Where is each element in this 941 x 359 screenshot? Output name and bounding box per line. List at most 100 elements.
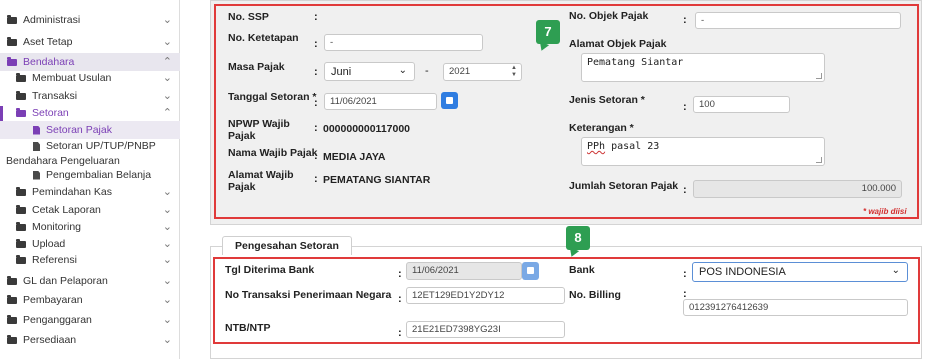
bank-select[interactable]: POS INDONESIA ⌄ [692,262,908,282]
sidebar-item-label: Setoran [32,107,69,119]
no-billing-label: No. Billing [569,289,621,301]
folder-icon [16,221,26,231]
chevron-up-icon: ⌃ [162,56,172,68]
chevron-down-icon: ⌄ [162,36,172,48]
folder-icon [7,36,17,46]
no-ketetapan-label: No. Ketetapan [228,32,299,44]
sidebar-item-label: Setoran Pajak [46,124,112,136]
colon: : [314,173,318,185]
sidebar-item-label: Membuat Usulan [32,72,112,84]
sidebar-item-pembayaran[interactable]: Pembayaran ⌄ [0,291,180,309]
no-ssp-label: No. SSP [228,11,269,23]
folder-icon [16,107,26,117]
sidebar-item-setoran[interactable]: Setoran ⌃ [0,104,180,122]
sidebar-item-cetak-laporan[interactable]: Cetak Laporan ⌄ [0,201,180,219]
alamat-objek-pajak-label: Alamat Objek Pajak [569,38,667,50]
folder-icon [16,204,26,214]
keterangan-textarea[interactable]: PPh pasal 23 [581,137,825,166]
sidebar-item-referensi[interactable]: Referensi ⌄ [0,251,180,269]
chevron-down-icon: ⌄ [162,275,172,287]
folder-icon [16,186,26,196]
no-ketetapan-input[interactable]: - [324,34,483,51]
sidebar-item-label: Administrasi [23,14,81,26]
sidebar-item-transaksi[interactable]: Transaksi ⌄ [0,87,180,105]
sidebar-item-label: Cetak Laporan [32,204,101,216]
sidebar-item-administrasi[interactable]: Administrasi ⌄ [0,11,180,29]
alamat-objek-value: Pematang Siantar [587,57,684,68]
chevron-down-icon: ⌄ [891,265,900,276]
sidebar-item-persediaan[interactable]: Persediaan ⌄ [0,331,180,349]
chevron-down-icon: ⌄ [398,65,407,76]
pengesahan-title: Pengesahan Setoran [222,236,352,255]
masa-pajak-year-input[interactable]: 2021 ▲ ▼ [443,63,522,81]
colon: : [683,184,687,196]
chevron-down-icon: ⌄ [162,238,172,250]
sidebar-item-label: Bendahara [23,56,75,68]
npwp-value: 000000000117000 [323,123,411,135]
colon: : [683,268,687,280]
no-transaksi-input[interactable]: 12ET129ED1Y2DY12 [406,287,565,304]
main-content: No. SSP : No. Ketetapan : - Masa Pajak :… [180,0,941,359]
colon: : [314,11,318,23]
sidebar-item-label: Pembayaran [23,294,83,306]
no-transaksi-label: No Transaksi Penerimaan Negara [225,289,392,301]
year-value: 2021 [449,66,471,77]
colon: : [683,101,687,113]
calendar-icon[interactable] [522,262,539,280]
colon: : [314,97,318,109]
step-badge-7: 7 [536,20,560,44]
chevron-down-icon: ⌄ [162,186,172,198]
sidebar-item-label: Transaksi [32,90,78,102]
sidebar-item-gl-pelaporan[interactable]: GL dan Pelaporan ⌄ [0,272,180,290]
chevron-down-icon: ⌄ [162,314,172,326]
tgl-diterima-bank-input[interactable]: 11/06/2021 [406,262,522,280]
colon: : [314,122,318,134]
chevron-down-icon: ⌄ [162,254,172,266]
tanggal-setoran-input[interactable]: 11/06/2021 [324,93,437,110]
sidebar-item-label: Pengembalian Belanja [46,169,152,181]
bank-label: Bank [569,264,595,276]
sidebar-item-monitoring[interactable]: Monitoring ⌄ [0,218,180,236]
sidebar-item-pemindahan-kas[interactable]: Pemindahan Kas ⌄ [0,183,180,201]
chevron-down-icon: ⌄ [162,221,172,233]
sidebar-item-membuat-usulan[interactable]: Membuat Usulan ⌄ [0,69,180,87]
ntb-ntp-input[interactable]: 21E21ED7398YG23I [406,321,565,338]
colon: : [314,38,318,50]
sidebar-item-label: Persediaan [23,334,77,346]
masa-pajak-month-select[interactable]: Juni ⌄ [324,62,415,81]
dash: - [425,65,429,77]
sidebar-item-setoran-pajak[interactable]: Setoran Pajak [0,121,180,139]
folder-icon [16,90,26,100]
alamat-wajib-pajak-label-line2: Pajak [228,181,256,193]
alamat-objek-pajak-textarea[interactable]: Pematang Siantar [581,53,825,82]
ntb-ntp-label: NTB/NTP [225,322,271,334]
folder-icon [7,294,17,304]
colon: : [314,66,318,78]
calendar-icon[interactable] [441,92,458,109]
jenis-setoran-input[interactable]: 100 [693,96,790,113]
keterangan-value-b: pasal 23 [605,141,660,152]
tanggal-setoran-label: Tanggal Setoran * [228,91,317,103]
document-icon [33,125,40,135]
sidebar-item-pengembalian-belanja[interactable]: Pengembalian Belanja [0,166,180,184]
no-billing-input[interactable]: 012391276412639 [683,299,908,316]
spinner-icon[interactable]: ▲ ▼ [511,65,517,79]
keterangan-label: Keterangan * [569,122,634,134]
sidebar-item-label: Setoran UP/TUP/PNBP [46,140,156,152]
document-icon [33,142,40,151]
resize-handle-icon[interactable] [816,157,822,163]
no-objek-pajak-label: No. Objek Pajak [569,10,649,22]
sidebar-item-label: GL dan Pelaporan [23,275,108,287]
resize-handle-icon[interactable] [816,73,822,79]
sidebar-item-penganggaran[interactable]: Penganggaran ⌄ [0,311,180,329]
step-badge-8: 8 [566,226,590,250]
jenis-setoran-label: Jenis Setoran * [569,94,645,106]
sidebar-item-aset-tetap[interactable]: Aset Tetap ⌄ [0,33,180,51]
chevron-down-icon: ⌄ [162,72,172,84]
jumlah-setoran-pajak-input[interactable]: 100.000 [693,180,902,198]
jumlah-setoran-pajak-label: Jumlah Setoran Pajak [569,180,679,192]
no-objek-pajak-input[interactable]: - [695,12,901,29]
required-note: * wajib diisi [863,207,907,216]
folder-icon [16,72,26,82]
nama-wajib-pajak-value: MEDIA JAYA [323,151,386,163]
